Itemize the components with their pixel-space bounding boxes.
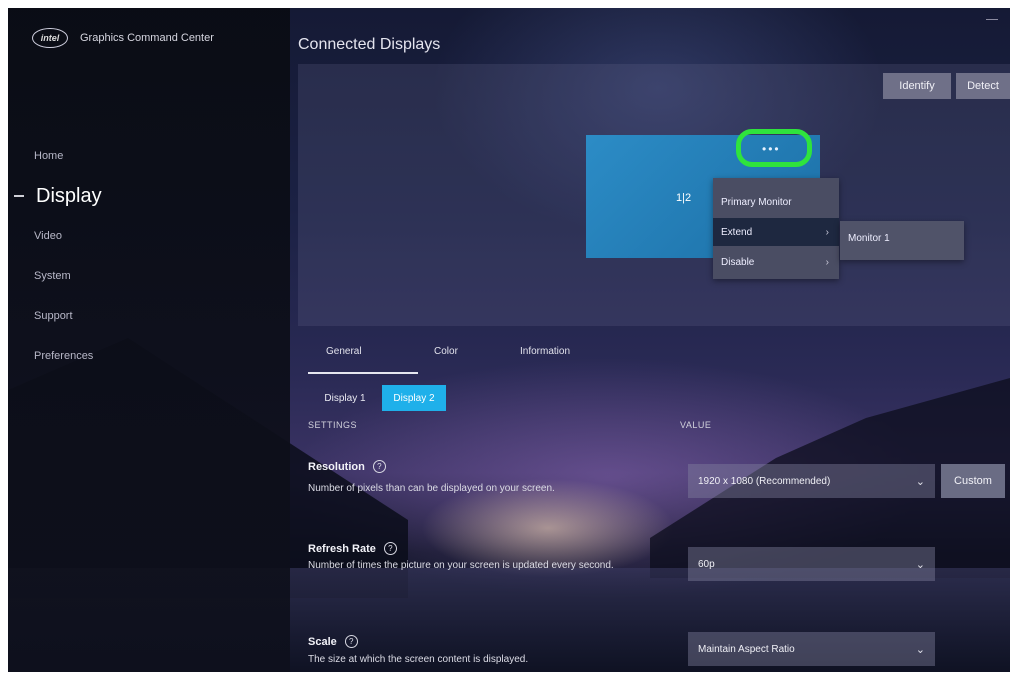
- help-icon[interactable]: ?: [344, 635, 358, 648]
- refresh-rate-title-text: Refresh Rate: [308, 542, 376, 555]
- scale-title: Scale ?: [308, 635, 358, 648]
- sidebar-item-support[interactable]: Support: [8, 296, 290, 336]
- sidebar-item-label: Support: [34, 310, 73, 322]
- chevron-down-icon: ⌄: [915, 475, 925, 488]
- brand: intel Graphics Command Center: [32, 28, 214, 48]
- tab-general[interactable]: General: [326, 346, 362, 357]
- chevron-right-icon: ›: [825, 226, 829, 238]
- value-column-header: VALUE: [680, 420, 712, 430]
- extend-submenu: Monitor 1: [840, 221, 964, 260]
- app-window: intel Graphics Command Center Home Displ…: [8, 8, 1010, 672]
- resolution-title-text: Resolution: [308, 460, 365, 473]
- scale-value: Maintain Aspect Ratio: [698, 643, 795, 655]
- menu-item-primary-monitor[interactable]: Primary Monitor: [713, 188, 839, 216]
- more-options-icon[interactable]: •••: [762, 142, 781, 156]
- menu-item-disable[interactable]: Disable ›: [713, 248, 839, 276]
- menu-item-label: Disable: [721, 256, 755, 268]
- help-icon[interactable]: ?: [372, 460, 386, 473]
- sidebar-item-label: System: [34, 270, 71, 282]
- refresh-rate-dropdown[interactable]: 60p ⌄: [688, 547, 935, 581]
- tab-active-underline: [308, 372, 418, 374]
- tab-information[interactable]: Information: [520, 346, 570, 357]
- scale-dropdown[interactable]: Maintain Aspect Ratio ⌄: [688, 632, 935, 666]
- scale-title-text: Scale: [308, 635, 337, 648]
- tab-bar: General Color Information: [298, 338, 718, 374]
- page-title: Connected Displays: [298, 36, 441, 53]
- sidebar-item-label: Preferences: [34, 350, 94, 362]
- tab-color[interactable]: Color: [434, 346, 458, 357]
- resolution-description: Number of pixels than can be displayed o…: [308, 483, 555, 494]
- refresh-rate-title: Refresh Rate ?: [308, 542, 397, 555]
- sidebar-nav: Home Display Video System Support Prefer…: [8, 136, 290, 376]
- menu-item-extend[interactable]: Extend ›: [713, 218, 839, 246]
- help-icon[interactable]: ?: [383, 542, 397, 555]
- custom-resolution-button[interactable]: Custom: [941, 464, 1005, 498]
- refresh-rate-description: Number of times the picture on your scre…: [308, 560, 614, 571]
- chevron-down-icon: ⌄: [915, 643, 925, 656]
- detect-button[interactable]: Detect: [956, 73, 1010, 99]
- resolution-title: Resolution ?: [308, 460, 386, 473]
- refresh-rate-value: 60p: [698, 558, 715, 570]
- active-indicator: [14, 195, 24, 197]
- menu-item-label: Extend: [721, 226, 753, 238]
- intel-logo-icon: intel: [32, 28, 68, 48]
- sidebar-item-label: Home: [34, 150, 64, 162]
- sidebar-item-display[interactable]: Display: [8, 176, 290, 216]
- submenu-item-monitor-1[interactable]: Monitor 1: [848, 233, 890, 244]
- sidebar-item-label: Video: [34, 230, 62, 242]
- resolution-dropdown[interactable]: 1920 x 1080 (Recommended) ⌄: [688, 464, 935, 498]
- display-2-button[interactable]: Display 2: [382, 385, 446, 411]
- app-title: Graphics Command Center: [80, 32, 214, 44]
- sidebar-item-video[interactable]: Video: [8, 216, 290, 256]
- chevron-right-icon: ›: [825, 256, 829, 268]
- sidebar: intel Graphics Command Center Home Displ…: [8, 8, 290, 672]
- sidebar-item-preferences[interactable]: Preferences: [8, 336, 290, 376]
- window-minimize-button[interactable]: [986, 19, 998, 20]
- chevron-down-icon: ⌄: [915, 558, 925, 571]
- menu-item-label: Primary Monitor: [721, 196, 792, 208]
- settings-column-header: SETTINGS: [308, 420, 358, 430]
- sidebar-item-system[interactable]: System: [8, 256, 290, 296]
- monitor-label: 1|2: [676, 192, 692, 204]
- scale-description: The size at which the screen content is …: [308, 654, 529, 665]
- sidebar-item-label: Display: [36, 184, 102, 207]
- sidebar-item-home[interactable]: Home: [8, 136, 290, 176]
- display-1-button[interactable]: Display 1: [311, 385, 379, 411]
- resolution-value: 1920 x 1080 (Recommended): [698, 475, 831, 487]
- context-menu: Primary Monitor Extend › Disable ›: [713, 178, 839, 279]
- identify-button[interactable]: Identify: [883, 73, 951, 99]
